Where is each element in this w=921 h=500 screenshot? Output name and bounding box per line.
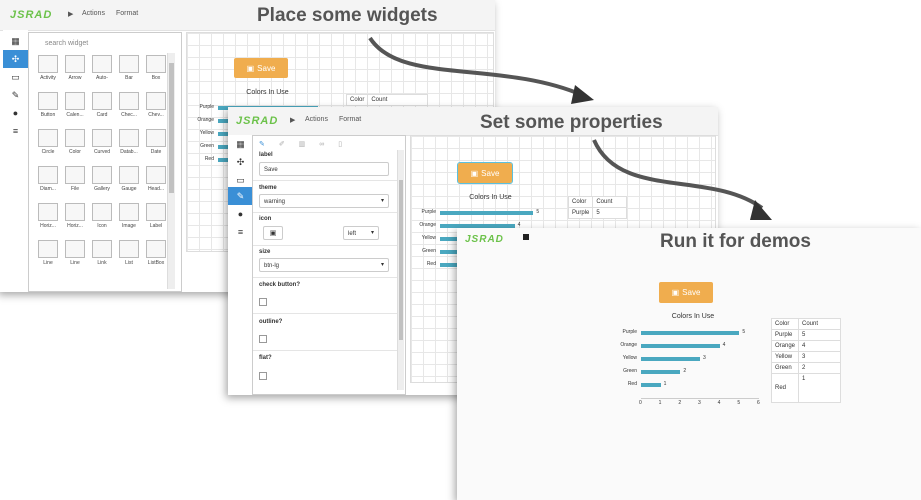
step-title-3: Run it for demos bbox=[660, 231, 811, 252]
step-title-1: Place some widgets bbox=[257, 5, 438, 26]
arrow-2 bbox=[592, 139, 764, 210]
arrow-1 bbox=[368, 36, 583, 97]
step-title-2: Set some properties bbox=[480, 112, 663, 133]
arrow-1-head bbox=[571, 85, 594, 104]
